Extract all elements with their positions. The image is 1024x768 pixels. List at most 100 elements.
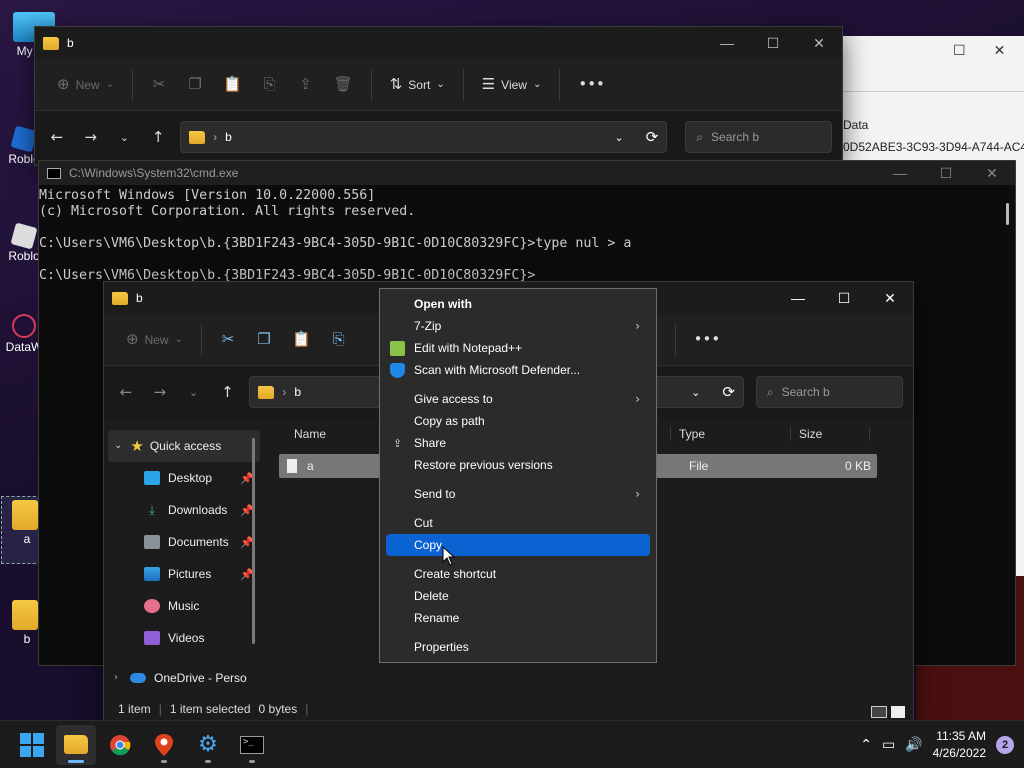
close-icon[interactable]: ✕ [867,282,913,314]
menu-item-open-with[interactable]: Open with [386,293,650,315]
menu-item-scan-defender[interactable]: Scan with Microsoft Defender... [386,359,650,381]
minimize-icon[interactable]: — [775,282,821,314]
copy-button[interactable]: ❐ [248,324,280,356]
breadcrumb-separator: › [282,385,287,399]
clipboard-icon: 📋 [291,330,311,348]
menu-item-properties[interactable]: Properties [386,636,650,658]
start-button[interactable] [12,725,52,765]
chevron-down-icon[interactable]: ⌄ [615,132,624,143]
menu-item-cut[interactable]: Cut [386,512,650,534]
more-button[interactable]: ••• [686,324,729,356]
clock[interactable]: 11:35 AM 4/26/2022 [933,728,986,762]
menu-item-restore-versions[interactable]: Restore previous versions [386,454,650,476]
share-button[interactable]: ⇪ [290,69,322,101]
back-arrow-icon[interactable]: ← [45,128,69,146]
close-icon[interactable]: ✕ [994,42,1006,59]
menu-item-delete[interactable]: Delete [386,585,650,607]
nav-item-music[interactable]: Music [104,590,264,622]
close-icon[interactable]: ✕ [969,165,1015,182]
nav-scrollbar[interactable] [252,438,255,644]
more-button[interactable]: ••• [570,69,613,101]
view-button[interactable]: ☰ View ⌄ [474,69,550,101]
menu-item-edit-notepad[interactable]: Edit with Notepad++ [386,337,650,359]
details-view-icon[interactable] [871,706,887,718]
delete-button[interactable]: 🗑 [326,69,361,101]
search-box[interactable]: ⌕ Search b [685,121,833,153]
chevron-up-icon[interactable]: ⌃ [860,738,872,752]
cmd-line: (c) Microsoft Corporation. All rights re… [39,204,416,219]
menu-item-7zip[interactable]: 7-Zip › [386,315,650,337]
nav-quick-access[interactable]: ⌄ ★ Quick access [108,430,260,462]
paste-button[interactable]: 📋 [215,69,250,101]
address-bar[interactable]: › b ⌄ ⟳ [180,121,668,153]
close-icon[interactable]: ✕ [796,27,842,59]
file-size: 0 KB [844,459,871,473]
chevron-down-icon[interactable]: ⌄ [691,387,700,398]
forward-arrow-icon[interactable]: → [148,383,172,401]
menu-item-rename[interactable]: Rename [386,607,650,629]
column-type[interactable]: Type [670,427,790,441]
up-arrow-icon[interactable]: ↑ [215,383,239,401]
folder-icon [112,291,128,305]
search-box[interactable]: ⌕ Search b [755,376,903,408]
menu-item-send-to[interactable]: Send to › [386,483,650,505]
breadcrumb-folder[interactable]: b [294,385,301,399]
cut-button[interactable]: ✂ [212,324,244,356]
maximize-icon[interactable]: ☐ [923,165,969,182]
refresh-icon[interactable]: ⟳ [646,129,659,145]
new-button[interactable]: ⊕ New ⌄ [118,324,191,356]
refresh-icon[interactable]: ⟳ [722,384,735,400]
rename-button[interactable]: ⎘ [323,324,355,356]
taskbar-file-explorer[interactable] [56,724,96,765]
column-size[interactable]: Size [790,427,870,441]
recent-chevron-icon[interactable]: ⌄ [182,386,206,399]
breadcrumb-separator: › [213,130,218,144]
desktop-icon-folder-b[interactable]: b [0,600,42,646]
scrollbar-thumb[interactable] [1006,203,1009,225]
minimize-icon[interactable]: — [877,165,923,182]
new-button[interactable]: ⊕ New ⌄ [49,69,122,101]
cmd-line: Microsoft Windows [Version 10.0.22000.55… [39,188,376,203]
nav-item-pictures[interactable]: Pictures 📌 [104,558,264,590]
atom-icon [12,314,36,338]
taskbar-terminal[interactable]: >_ [232,725,272,765]
sort-button[interactable]: ⇅ Sort ⌄ [382,69,453,101]
nav-item-onedrive[interactable]: › OneDrive - Perso [104,662,264,694]
desktop-icon-folder-a[interactable]: a [0,500,42,546]
menu-item-copy[interactable]: Copy [386,534,650,556]
maximize-icon[interactable]: ☐ [750,27,796,59]
picture-icon [144,567,160,581]
paste-button[interactable]: 📋 [284,324,319,356]
breadcrumb-folder[interactable]: b [225,130,232,144]
notification-badge[interactable]: 2 [996,735,1014,754]
back-arrow-icon[interactable]: ← [114,383,138,401]
nav-item-downloads[interactable]: ⤓ Downloads 📌 [104,494,264,526]
taskbar-chrome[interactable] [100,725,140,765]
cut-button[interactable]: ✂ [143,69,175,101]
up-arrow-icon[interactable]: ↑ [146,128,170,146]
recent-chevron-icon[interactable]: ⌄ [113,131,137,144]
nav-item-documents[interactable]: Documents 📌 [104,526,264,558]
menu-item-give-access[interactable]: Give access to › [386,388,650,410]
taskbar-settings-app[interactable]: ⚙ [188,725,228,765]
menu-item-copy-as-path[interactable]: Copy as path [386,410,650,432]
taskbar-maps[interactable] [144,725,184,765]
copy-button[interactable]: ❐ [179,69,211,101]
copy-icon: ❐ [188,75,202,93]
menu-item-create-shortcut[interactable]: Create shortcut [386,563,650,585]
nav-item-videos[interactable]: Videos [104,622,264,654]
cmd-output[interactable]: Microsoft Windows [Version 10.0.22000.55… [39,188,631,284]
forward-arrow-icon[interactable]: → [79,128,103,146]
nav-item-desktop[interactable]: Desktop 📌 [104,462,264,494]
menu-item-share[interactable]: ⇪ Share [386,432,650,454]
rename-button[interactable]: ⎘ [254,69,286,101]
network-icon[interactable]: ▭ [882,738,895,752]
maximize-icon[interactable]: ☐ [953,42,966,59]
scissors-icon: ✂ [152,75,166,93]
terminal-icon: >_ [240,735,264,754]
minimize-icon[interactable]: — [704,27,750,59]
maximize-icon[interactable]: ☐ [821,282,867,314]
volume-icon[interactable]: 🔊 [905,738,922,752]
view-lines-icon: ☰ [481,75,496,93]
tiles-view-icon[interactable] [891,706,905,718]
